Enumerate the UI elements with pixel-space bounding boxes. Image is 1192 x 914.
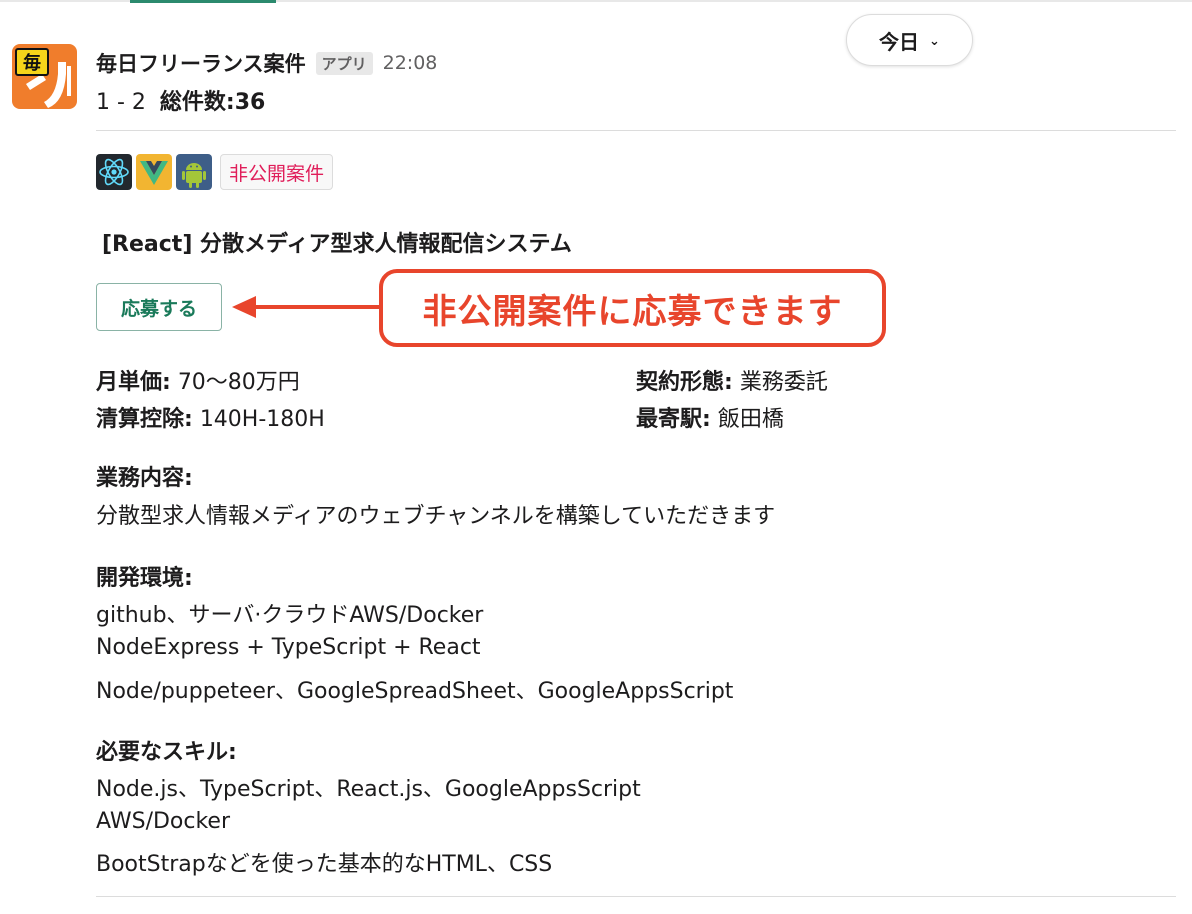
field-price-label: 月単価: (96, 370, 171, 395)
skills-line: AWS/Docker (96, 809, 231, 834)
message-timestamp[interactable]: 22:08 (383, 52, 438, 74)
result-total: 総件数:36 (159, 90, 266, 115)
field-station-label: 最寄駅: (636, 407, 711, 432)
environment-line: github、サーバ·クラウドAWS/Docker (96, 603, 484, 628)
environment-line: NodeExpress + TypeScript + React (96, 635, 481, 660)
field-station: 最寄駅: 飯田橋 (636, 401, 784, 433)
description-line: 分散型求人情報メディアのウェブチャンネルを構築していただきます (96, 504, 776, 529)
apply-button[interactable]: 応募する (96, 283, 222, 331)
field-settlement: 清算控除: 140H-180H (96, 401, 325, 433)
vue-icon (136, 154, 172, 190)
react-icon (96, 154, 132, 190)
field-contract-value: 業務委託 (739, 370, 828, 395)
divider-bottom (96, 896, 1176, 897)
skills-line: BootStrapなどを使った基本的なHTML、CSS (96, 852, 553, 877)
job-title: [React] 分散メディア型求人情報配信システム (102, 232, 572, 257)
android-icon (176, 154, 212, 190)
result-summary: 1 - 2 総件数:36 (96, 84, 265, 116)
app-badge: アプリ (315, 51, 373, 75)
private-listing-badge: 非公開案件 (220, 154, 334, 190)
field-price: 月単価: 70〜80万円 (96, 364, 300, 396)
result-range: 1 - 2 (96, 90, 146, 115)
description-label: 業務内容: (96, 466, 193, 491)
field-settlement-value: 140H-180H (199, 407, 325, 432)
date-pill-label: 今日 (879, 29, 920, 54)
skills-line: Node.js、TypeScript、React.js、GoogleAppsSc… (96, 777, 641, 802)
avatar-stamp: 毎 (15, 48, 49, 76)
field-contract-label: 契約形態: (636, 370, 733, 395)
field-price-value: 70〜80万円 (177, 370, 300, 395)
callout-annotation: 非公開案件に応募できます (379, 269, 886, 347)
divider-top (96, 130, 1176, 131)
sender-name[interactable]: 毎日フリーランス案件 (96, 48, 306, 78)
tech-tags: 非公開案件 (96, 154, 334, 190)
field-station-value: 飯田橋 (717, 407, 784, 432)
arrow-left-icon (232, 296, 380, 318)
environment-label: 開発環境: (96, 566, 193, 591)
top-accent-bar (130, 0, 276, 3)
environment-line: Node/puppeteer、GoogleSpreadSheet、GoogleA… (96, 679, 734, 704)
date-divider-pill[interactable]: 今日 ⌄ (846, 14, 973, 66)
chevron-down-icon: ⌄ (929, 33, 940, 49)
field-settlement-label: 清算控除: (96, 407, 193, 432)
message-header: 毎日フリーランス案件 アプリ 22:08 (96, 48, 437, 78)
field-contract: 契約形態: 業務委託 (636, 364, 828, 396)
app-avatar[interactable]: 毎 (12, 44, 77, 109)
skills-label: 必要なスキル: (96, 740, 237, 765)
